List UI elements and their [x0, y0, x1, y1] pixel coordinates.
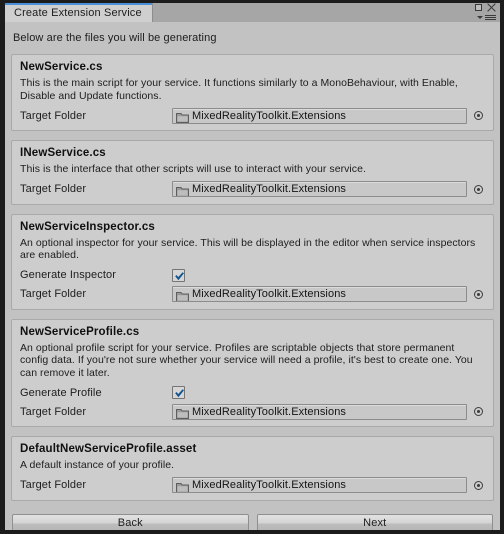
- target-folder-label: Target Folder: [20, 183, 87, 195]
- target-folder-value: MixedRealityToolkit.Extensions: [192, 183, 347, 195]
- picker-dot: [477, 483, 480, 487]
- section-title: NewServiceInspector.cs: [20, 220, 155, 233]
- generate-profile-row: Generate Profile: [19, 384, 486, 401]
- target-folder-row: Target Folder MixedRealityToolkit.Extens…: [19, 477, 486, 494]
- file-section-newserviceinspector: NewServiceInspector.cs An optional inspe…: [11, 213, 494, 310]
- target-folder-row: Target Folder MixedRealityToolkit.Extens…: [19, 403, 486, 420]
- picker-dot: [477, 187, 480, 191]
- tab-create-extension-service[interactable]: Create Extension Service: [5, 3, 153, 22]
- intro-text: Below are the files you will be generati…: [13, 32, 217, 44]
- object-picker-icon[interactable]: [471, 182, 486, 197]
- file-section-newservice: NewService.cs This is the main script fo…: [11, 54, 494, 131]
- generate-inspector-row: Generate Inspector: [19, 267, 486, 284]
- picker-ring: [474, 184, 483, 194]
- target-folder-field[interactable]: MixedRealityToolkit.Extensions: [172, 181, 467, 197]
- checkmark-icon: [175, 271, 184, 280]
- folder-icon: [176, 184, 189, 196]
- file-section-defaultnewserviceprofile: DefaultNewServiceProfile.asset A default…: [11, 436, 494, 501]
- target-folder-label: Target Folder: [20, 405, 87, 418]
- hamburger-icon: [485, 14, 496, 20]
- picker-ring: [474, 111, 483, 120]
- back-button[interactable]: Back: [12, 513, 249, 530]
- window-controls: [475, 3, 500, 22]
- next-button[interactable]: Next: [256, 513, 493, 530]
- target-folder-value: MixedRealityToolkit.Extensions: [192, 405, 347, 418]
- section-description: An optional inspector for your service. …: [20, 236, 476, 262]
- close-icon[interactable]: [487, 3, 496, 12]
- object-picker-icon[interactable]: [471, 404, 486, 419]
- file-section-inewservice: INewService.cs This is the interface tha…: [11, 140, 494, 205]
- target-folder-value: MixedRealityToolkit.Extensions: [192, 479, 347, 491]
- folder-icon: [176, 480, 189, 492]
- folder-icon: [176, 406, 189, 419]
- file-section-newserviceprofile: NewServiceProfile.cs An optional profile…: [11, 318, 494, 427]
- section-title: NewServiceProfile.cs: [20, 325, 140, 338]
- object-picker-icon[interactable]: [471, 287, 486, 302]
- section-title: INewService.cs: [20, 147, 106, 159]
- picker-dot: [477, 410, 480, 413]
- maximize-icon[interactable]: [475, 4, 482, 12]
- generate-profile-label: Generate Profile: [20, 386, 102, 399]
- section-title: NewService.cs: [20, 61, 103, 73]
- tab-label: Create Extension Service: [14, 6, 142, 19]
- picker-ring: [474, 289, 483, 299]
- picker-ring: [474, 480, 483, 490]
- target-folder-value: MixedRealityToolkit.Extensions: [192, 288, 347, 300]
- section-description: This is the main script for your service…: [20, 77, 458, 102]
- picker-dot: [477, 292, 480, 296]
- generate-inspector-label: Generate Inspector: [20, 269, 116, 281]
- chevron-down-icon: [477, 15, 483, 19]
- target-folder-field[interactable]: MixedRealityToolkit.Extensions: [172, 107, 467, 124]
- target-folder-row: Target Folder MixedRealityToolkit.Extens…: [19, 107, 486, 124]
- section-description: A default instance of your profile.: [20, 459, 175, 471]
- target-folder-field[interactable]: MixedRealityToolkit.Extensions: [172, 403, 467, 420]
- window-controls-top-row: [475, 3, 496, 13]
- editor-window: Create Extension Service Below are the f…: [0, 0, 504, 534]
- generate-inspector-checkbox[interactable]: [172, 268, 185, 282]
- window-body: Below are the files you will be generati…: [5, 22, 500, 530]
- target-folder-field[interactable]: MixedRealityToolkit.Extensions: [172, 477, 467, 493]
- target-folder-row: Target Folder MixedRealityToolkit.Extens…: [19, 181, 486, 198]
- section-description: An optional profile script for your serv…: [20, 341, 473, 379]
- target-folder-label: Target Folder: [20, 288, 87, 300]
- picker-dot: [477, 114, 480, 117]
- section-description: This is the interface that other scripts…: [20, 163, 366, 175]
- window-controls-bottom-row: [477, 13, 496, 23]
- tab-bar: Create Extension Service: [5, 3, 500, 22]
- checkmark-icon: [175, 389, 184, 398]
- target-folder-value: MixedRealityToolkit.Extensions: [192, 109, 347, 122]
- footer-buttons: Back Next: [10, 510, 496, 530]
- panel-menu-icon[interactable]: [477, 13, 496, 21]
- generate-profile-checkbox[interactable]: [172, 386, 185, 399]
- object-picker-icon[interactable]: [471, 108, 486, 123]
- section-title: DefaultNewServiceProfile.asset: [20, 443, 197, 455]
- target-folder-field[interactable]: MixedRealityToolkit.Extensions: [172, 286, 467, 302]
- picker-ring: [474, 407, 483, 416]
- folder-icon: [176, 289, 189, 301]
- target-folder-label: Target Folder: [20, 479, 87, 491]
- object-picker-icon[interactable]: [471, 478, 486, 493]
- target-folder-label: Target Folder: [20, 109, 87, 122]
- target-folder-row: Target Folder MixedRealityToolkit.Extens…: [19, 286, 486, 303]
- folder-icon: [176, 110, 189, 123]
